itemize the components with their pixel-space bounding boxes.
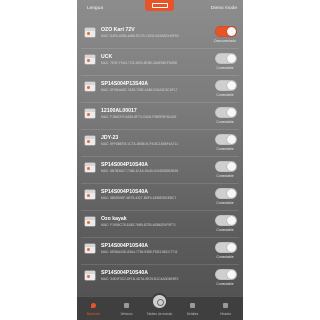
device-mac: MAC: 5B05949F-6B75-4327-B8F4-1898E952EBC… [101,196,177,200]
device-cube-icon [83,188,97,202]
device-cube-icon [83,161,97,175]
logo-glyph-icon [151,3,168,8]
device-status: Desconectado [214,39,236,43]
device-cube-icon [83,53,97,67]
device-name: JDY-23 [101,135,119,141]
device-status: Conectable [216,147,234,151]
language-button[interactable]: Lengua [87,6,103,11]
connect-toggle[interactable] [215,26,237,37]
device-status: Conectable [216,228,234,232]
device-list: OZO Kart 72V MAC: 84FA-8088-4A86-ED75-C6… [77,22,243,291]
tab-label: Historia [220,312,231,316]
dashboard-icon [151,293,168,310]
device-status: Conectable [216,201,234,205]
device-mac: MAC: 84FA-8088-4A86-ED75-C6ED-B49A8FA49F… [101,34,179,38]
device-name: 12100AL00017 [101,108,137,114]
device-cube-icon [83,107,97,121]
device-row[interactable]: SP14S004P10S40A MAC: 6E56A43D-83A4-7736-… [77,238,243,265]
device-row[interactable]: OZO Kart 72V MAC: 84FA-8088-4A86-ED75-C6… [77,22,243,49]
device-cube-icon [83,134,97,148]
device-row[interactable]: SP14S004P10S40A MAC: 5B05949F-6B75-4327-… [77,184,243,211]
device-mac: MAC: 5FF8BEE8-1C7A-4B58-9CF5-8C1E86F4A71… [101,142,178,146]
tab-label: Bluetooth [86,312,101,316]
device-cube-icon [83,80,97,94]
device-cube-icon [83,215,97,229]
device-status: Conectable [216,93,234,97]
device-row[interactable]: UCK MAC: 7E5F-F0A3-7C5-3893-5E5B-3A8E8B1… [77,49,243,76]
device-cube-icon [83,242,97,256]
device-name: SP14S004P10S40A [101,189,149,195]
device-mac: MAC: F1906C78-5185-76B9-872B-4BB6291F9F7… [101,223,176,227]
location-pin-icon [91,303,96,308]
device-cube-icon [83,26,97,40]
top-bar: Lengua Demo mode [77,0,243,22]
connect-toggle[interactable] [215,242,237,253]
tab-vehiculo[interactable]: Vehiculo [110,297,143,320]
device-name: SP14S004P10S40A [101,270,149,276]
connect-toggle[interactable] [215,80,237,91]
connect-toggle[interactable] [215,53,237,64]
device-row[interactable]: 12100AL00017 MAC: F1B8CF9-5A59-8F70-C6D5… [77,103,243,130]
connect-toggle[interactable] [215,269,237,280]
device-name: Ozo kayak [101,216,127,222]
app-screen: Lengua Demo mode OZO Kart 72V MAC: 84FA-… [77,0,243,320]
connect-toggle[interactable] [215,107,237,118]
device-status: Conectable [216,120,234,124]
device-row[interactable]: SP14S004P10S40A MAC: 8B7B3A07-7466-4C4A-… [77,157,243,184]
tab-label: Vehiculo [120,312,133,316]
device-name: SP14S004P13S40A [101,81,149,87]
tab-label: Tablero de mando [146,312,173,316]
device-status: Conectable [216,255,234,259]
device-mac: MAC: 8F0B4A8D-7A35-7085-4A86-E62A3D5C6F1… [101,88,178,92]
device-name: UCK [101,54,113,60]
device-name: SP14S004P10S40A [101,162,149,168]
demo-mode-button[interactable]: Demo mode [211,6,237,11]
device-row[interactable]: JDY-23 MAC: 5FF8BEE8-1C7A-4B58-9CF5-8C1E… [77,130,243,157]
app-logo [145,0,174,11]
bottom-navigation: Bluetooth Vehiculo Tablero de mando Deta… [77,293,243,320]
tab-historia[interactable]: Historia [209,297,242,320]
device-status: Conectable [216,66,234,70]
device-name: SP14S004P10S40A [101,243,149,249]
device-row[interactable]: Ozo kayak MAC: F1906C78-5185-76B9-872B-4… [77,211,243,238]
connect-toggle[interactable] [215,215,237,226]
details-icon [190,303,195,308]
connect-toggle[interactable] [215,134,237,145]
tab-bluetooth[interactable]: Bluetooth [77,297,110,320]
tab-label: Detalles [186,312,199,316]
device-mac: MAC: 8B7B3A07-7466-4C4A-9A4D-6243EBDB3B3… [101,169,179,173]
device-row[interactable]: SP14S004P13S40A MAC: 8F0B4A8D-7A35-7085-… [77,76,243,103]
device-mac: MAC: 34E4F3C2-8F1B-4D7A-9E25-B1C4A0D6E8F… [101,277,179,281]
device-name: OZO Kart 72V [101,27,135,33]
tab-dashboard[interactable]: Tablero de mando [143,293,176,320]
device-cube-icon [83,269,97,283]
device-status: Conectable [216,174,234,178]
tab-detalles[interactable]: Detalles [176,297,209,320]
battery-icon [124,303,129,308]
history-icon [223,303,228,308]
device-status: Conectable [216,282,234,286]
connect-toggle[interactable] [215,188,237,199]
device-row[interactable]: SP14S004P10S40A MAC: 34E4F3C2-8F1B-4D7A-… [77,265,243,291]
device-mac: MAC: 7E5F-F0A3-7C5-3893-5E5B-3A8E8B1FD85… [101,61,178,65]
device-mac: MAC: F1B8CF9-5A59-8F70-C6D5-F9BBF8FAD426 [101,115,177,119]
connect-toggle[interactable] [215,161,237,172]
device-mac: MAC: 6E56A43D-83A4-7736-9389-F5D3-58CC77… [101,250,178,254]
